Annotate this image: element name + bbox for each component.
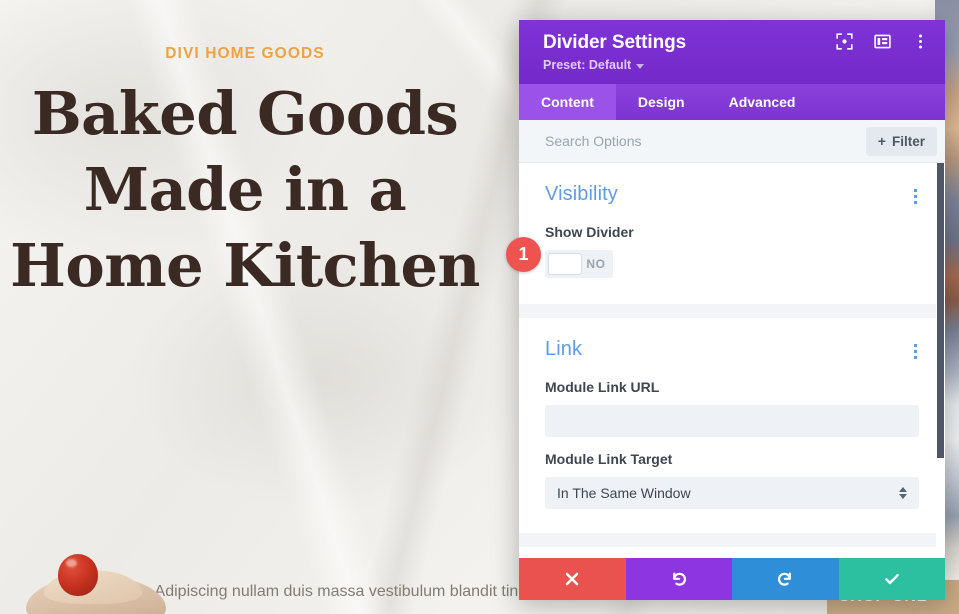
- redo-button[interactable]: [732, 558, 839, 600]
- cherry-icon: [58, 554, 98, 596]
- module-link-target-label: Module Link Target: [545, 451, 673, 467]
- section-visibility-head: Visibility: [545, 183, 919, 210]
- field-show-divider: Show Divider NO: [545, 224, 919, 280]
- preset-dropdown[interactable]: Preset: Default: [543, 58, 645, 72]
- search-options-bar: + Filter: [519, 120, 945, 163]
- search-input[interactable]: [545, 133, 866, 149]
- more-options-icon[interactable]: [911, 32, 929, 50]
- layout-panel-icon[interactable]: [873, 32, 891, 50]
- focus-icon[interactable]: [835, 32, 853, 50]
- settings-scrollbar-track[interactable]: [936, 163, 945, 598]
- module-link-target-select[interactable]: In The Same Window: [545, 477, 919, 509]
- field-module-link-target: Module Link Target In The Same Window: [545, 451, 919, 509]
- callout-badge-1: 1: [506, 237, 541, 272]
- section-divider-2: [519, 533, 945, 547]
- modal-header: Divider Settings Preset: Default: [519, 20, 945, 84]
- section-visibility-title: Visibility: [545, 183, 618, 205]
- filter-button[interactable]: + Filter: [865, 126, 937, 156]
- modal-tabs: Content Design Advanced: [519, 84, 945, 120]
- module-link-url-input[interactable]: [545, 405, 919, 437]
- show-divider-toggle[interactable]: NO: [545, 250, 613, 278]
- tab-design[interactable]: Design: [616, 84, 707, 120]
- section-link-title: Link: [545, 338, 583, 360]
- section-visibility-more-icon[interactable]: [912, 183, 919, 210]
- redo-icon: [778, 572, 792, 586]
- undo-button[interactable]: [625, 558, 732, 600]
- tab-content[interactable]: Content: [519, 84, 616, 120]
- toggle-knob: [548, 253, 582, 275]
- settings-scroll-area: Visibility Show Divider NO Link Module L…: [519, 163, 945, 598]
- toggle-state-label: NO: [586, 257, 606, 271]
- tab-advanced[interactable]: Advanced: [707, 84, 818, 120]
- section-divider: [519, 304, 945, 318]
- module-link-url-label: Module Link URL: [545, 379, 660, 395]
- cancel-button[interactable]: [519, 558, 626, 600]
- section-link-more-icon[interactable]: [912, 338, 919, 365]
- modal-body: Visibility Show Divider NO Link Module L…: [519, 163, 945, 598]
- module-link-target-select-wrap: In The Same Window: [545, 477, 919, 509]
- screenshot-root: DIVI HOME GOODS Baked Goods Made in a Ho…: [0, 0, 959, 614]
- preset-label: Preset: Default: [543, 58, 632, 72]
- field-module-link-url: Module Link URL: [545, 379, 919, 437]
- section-visibility: Visibility Show Divider NO: [519, 163, 945, 304]
- hero-eyebrow: DIVI HOME GOODS: [165, 45, 325, 62]
- close-icon: [565, 572, 579, 586]
- plus-icon: +: [877, 133, 886, 149]
- section-link: Link Module Link URL Module Link Target …: [519, 318, 945, 533]
- divider-settings-modal: Divider Settings Preset: Default Content…: [519, 20, 945, 598]
- section-link-head: Link: [545, 338, 919, 365]
- chevron-down-icon: [636, 63, 645, 69]
- modal-action-bar: [519, 558, 945, 600]
- settings-scrollbar-thumb[interactable]: [937, 163, 944, 458]
- undo-icon: [672, 572, 686, 586]
- save-button[interactable]: [838, 558, 945, 600]
- check-icon: [884, 574, 899, 585]
- cupcake-illustration: [18, 548, 178, 614]
- show-divider-label: Show Divider: [545, 224, 634, 240]
- modal-header-icons: [835, 32, 929, 50]
- filter-button-label: Filter: [891, 133, 925, 149]
- hero-headline: Baked Goods Made in a Home Kitchen: [10, 79, 480, 300]
